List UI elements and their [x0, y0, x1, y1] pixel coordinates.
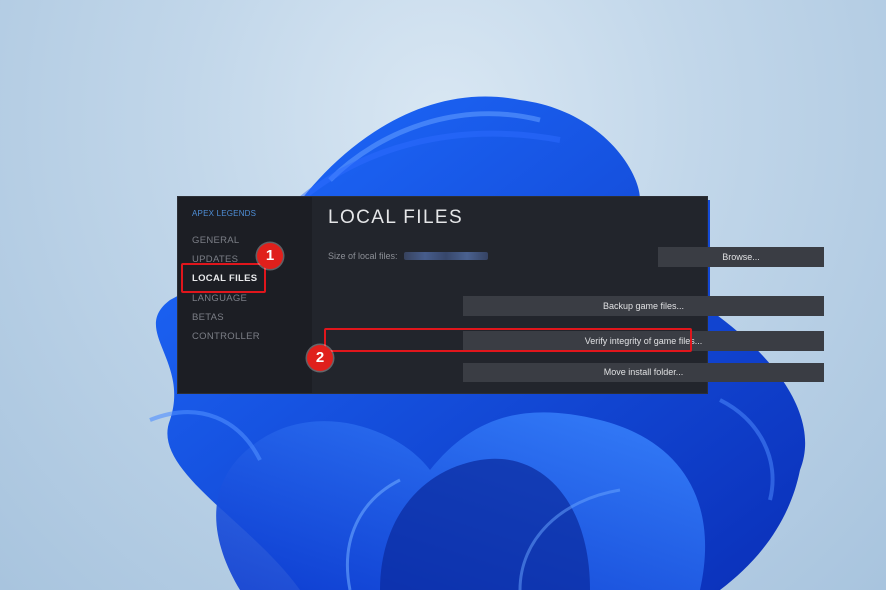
- step-badge-2: 2: [307, 345, 333, 371]
- size-row: Size of local files:: [328, 251, 488, 261]
- size-value-blurred: [403, 252, 488, 260]
- highlight-box-verify: [324, 328, 692, 352]
- sidebar-item-general[interactable]: GENERAL: [178, 231, 312, 250]
- size-label: Size of local files:: [328, 251, 398, 261]
- sidebar: APEX LEGENDS GENERAL UPDATES LOCAL FILES…: [178, 197, 312, 393]
- move-install-folder-button[interactable]: Move install folder...: [463, 363, 824, 382]
- browse-button[interactable]: Browse...: [658, 247, 824, 267]
- game-title: APEX LEGENDS: [192, 209, 257, 218]
- steam-properties-window: APEX LEGENDS GENERAL UPDATES LOCAL FILES…: [178, 197, 824, 393]
- sidebar-item-controller[interactable]: CONTROLLER: [178, 327, 312, 346]
- page-title: LOCAL FILES: [328, 207, 464, 228]
- backup-button[interactable]: Backup game files...: [463, 296, 824, 316]
- step-badge-1: 1: [257, 243, 283, 269]
- highlight-box-local-files: [181, 263, 266, 293]
- local-files-panel: LOCAL FILES Size of local files: Browse.…: [312, 197, 824, 393]
- sidebar-item-betas[interactable]: BETAS: [178, 308, 312, 327]
